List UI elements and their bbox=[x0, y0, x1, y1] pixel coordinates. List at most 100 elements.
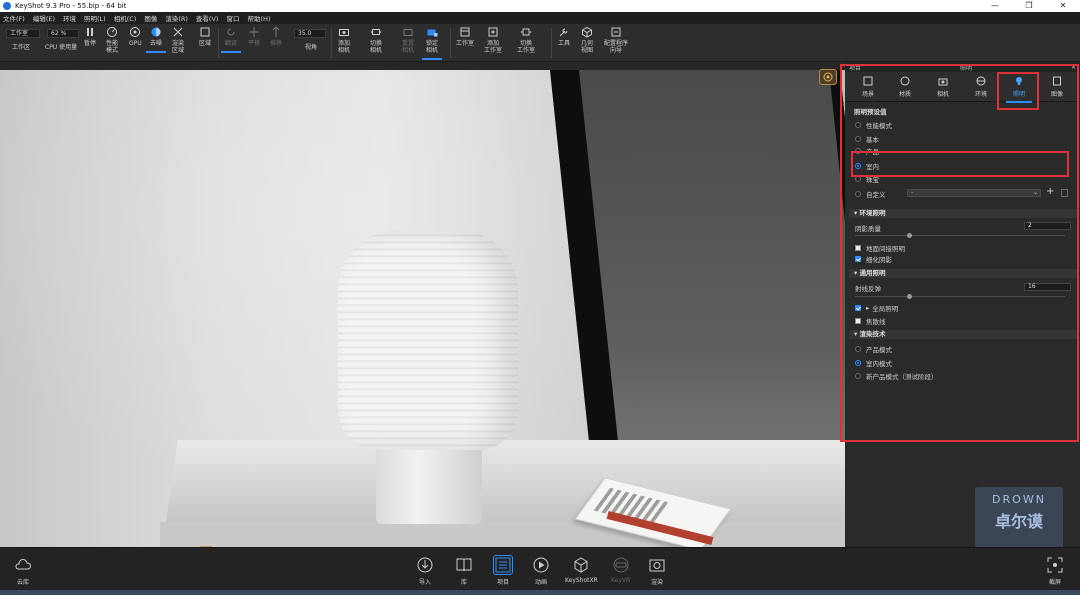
studio-button[interactable]: 工作室 bbox=[456, 26, 474, 47]
pan-button[interactable]: 平移 bbox=[248, 26, 260, 47]
menu-lighting[interactable]: 照明(L) bbox=[84, 13, 106, 23]
performance-mode-button[interactable]: 性能 模式 bbox=[106, 26, 118, 54]
global-illumination-checkbox[interactable] bbox=[855, 305, 861, 311]
radio-basic[interactable] bbox=[855, 136, 861, 142]
ray-bounce-field[interactable]: 16 bbox=[1024, 283, 1071, 291]
tech-new-product-mode[interactable]: 新产品模式（测试阶段） bbox=[855, 371, 938, 381]
slider-knob[interactable] bbox=[907, 233, 912, 238]
general-lighting-section[interactable]: ▾ 通用照明 bbox=[849, 269, 1077, 278]
region-button[interactable]: 区域 bbox=[199, 26, 211, 47]
render-button[interactable]: 渲染 bbox=[648, 556, 666, 586]
radio-custom[interactable] bbox=[855, 191, 861, 197]
tab-scene[interactable]: 场景 bbox=[851, 76, 885, 98]
detail-shadow-option[interactable]: 细化阴影 bbox=[855, 254, 892, 264]
configurator-wizard-button[interactable]: 配置程序 向导 bbox=[604, 26, 628, 54]
rotate-button[interactable]: 翻译 bbox=[220, 26, 242, 53]
ground-gi-checkbox[interactable] bbox=[855, 245, 861, 251]
tab-lighting[interactable]: 照明 bbox=[1002, 76, 1036, 103]
menu-image[interactable]: 图像 bbox=[144, 13, 157, 23]
render-viewport[interactable] bbox=[0, 70, 845, 547]
caustics-checkbox[interactable] bbox=[855, 318, 861, 324]
import-button[interactable]: 导入 bbox=[416, 556, 434, 586]
global-illumination-option[interactable]: ▸ 全局照明 bbox=[855, 303, 898, 313]
denoise-button[interactable]: 去噪 bbox=[145, 26, 167, 53]
render-region-button[interactable]: 渲染 区域 bbox=[172, 26, 184, 54]
add-studio-button[interactable]: 添加 工作室 bbox=[484, 26, 502, 54]
radio-product-mode[interactable] bbox=[855, 346, 861, 352]
picture-frame-inner bbox=[578, 70, 845, 470]
keyshotxr-button[interactable]: KeyShotXR bbox=[565, 556, 598, 584]
tab-environment[interactable]: 环境 bbox=[964, 76, 998, 98]
dolly-button[interactable]: 推移 bbox=[270, 26, 282, 47]
maximize-icon[interactable]: ❐ bbox=[1012, 0, 1046, 12]
switch-studio-button[interactable]: 切换 工作室 bbox=[517, 26, 535, 54]
panel-close-icon[interactable]: ✕ bbox=[1071, 64, 1076, 71]
preset-interior[interactable]: 室内 bbox=[855, 161, 879, 171]
lock-camera-button[interactable]: 锁定 相机 bbox=[421, 26, 443, 60]
cube-icon bbox=[582, 26, 592, 38]
menu-render[interactable]: 渲染(R) bbox=[165, 13, 188, 23]
slider-knob[interactable] bbox=[907, 294, 912, 299]
reset-camera-button[interactable]: 重置 相机 bbox=[402, 26, 414, 54]
tools-button[interactable]: 工具 bbox=[558, 26, 570, 47]
screenshot-button[interactable]: 截屏 bbox=[1046, 556, 1064, 586]
keyshot-logo-icon bbox=[3, 2, 11, 10]
ground-gi-option[interactable]: 地面间接照明 bbox=[855, 243, 905, 253]
radio-product[interactable] bbox=[855, 148, 861, 154]
expand-arrow-icon[interactable]: ▸ bbox=[866, 304, 869, 312]
menu-camera[interactable]: 相机(C) bbox=[114, 13, 137, 23]
radio-interior-mode[interactable] bbox=[855, 360, 861, 366]
ray-bounce-slider[interactable] bbox=[855, 294, 1065, 299]
camera-lock-icon bbox=[427, 29, 438, 37]
env-lighting-section[interactable]: ▾ 环境照明 bbox=[849, 209, 1077, 218]
cpu-usage-field[interactable]: 62 % bbox=[47, 29, 79, 38]
preset-custom[interactable]: 自定义 bbox=[855, 189, 886, 199]
minimize-icon[interactable]: — bbox=[978, 0, 1012, 12]
cloud-library-button[interactable]: 云库 bbox=[14, 556, 32, 586]
preset-performance[interactable]: 性能模式 bbox=[855, 120, 892, 130]
add-preset-icon[interactable]: + bbox=[1046, 187, 1054, 197]
add-camera-button[interactable]: 添加 相机 bbox=[338, 26, 350, 54]
render-tech-section[interactable]: ▾ 渲染技术 bbox=[849, 330, 1077, 339]
preset-basic[interactable]: 基本 bbox=[855, 134, 879, 144]
vr-headset-icon bbox=[613, 557, 629, 573]
library-button[interactable]: 库 bbox=[455, 556, 473, 586]
screenshot-icon bbox=[1047, 557, 1063, 573]
caustics-option[interactable]: 焦散线 bbox=[855, 316, 886, 326]
shadow-quality-slider[interactable] bbox=[855, 233, 1065, 238]
menu-edit[interactable]: 编辑(E) bbox=[33, 13, 55, 23]
fov-field[interactable]: 35.0 bbox=[294, 29, 326, 38]
menu-file[interactable]: 文件(F) bbox=[3, 13, 25, 23]
geometry-view-button[interactable]: 几何 视图 bbox=[581, 26, 593, 54]
viewport-overlay-button[interactable] bbox=[819, 69, 837, 85]
radio-performance[interactable] bbox=[855, 122, 861, 128]
menu-environment[interactable]: 环境 bbox=[63, 13, 76, 23]
menu-window[interactable]: 窗口 bbox=[226, 13, 239, 23]
close-icon[interactable]: ✕ bbox=[1046, 0, 1080, 12]
panel-tabs: 场景 材质 相机 环境 照明 图像 bbox=[845, 72, 1080, 103]
radio-interior[interactable] bbox=[855, 163, 861, 169]
tech-product-mode[interactable]: 产品模式 bbox=[855, 344, 892, 354]
tab-image[interactable]: 图像 bbox=[1040, 76, 1074, 98]
switch-camera-button[interactable]: 切换 相机 bbox=[370, 26, 382, 54]
scene-icon bbox=[863, 76, 873, 86]
preset-product[interactable]: 产品 bbox=[855, 146, 879, 156]
detail-shadow-checkbox[interactable] bbox=[855, 256, 861, 262]
shadow-quality-field[interactable]: 2 bbox=[1024, 222, 1071, 230]
keyvr-button[interactable]: KeyVR bbox=[611, 556, 630, 584]
radio-jewelry[interactable] bbox=[855, 176, 861, 182]
pause-button[interactable]: 暂停 bbox=[84, 26, 96, 47]
delete-preset-icon[interactable] bbox=[1061, 189, 1068, 197]
project-button[interactable]: 项目 bbox=[486, 555, 520, 593]
radio-new-product-mode[interactable] bbox=[855, 373, 861, 379]
gpu-button[interactable]: GPU bbox=[129, 26, 142, 47]
tab-material[interactable]: 材质 bbox=[888, 76, 922, 98]
menu-view[interactable]: 查看(V) bbox=[196, 13, 219, 23]
animation-button[interactable]: 动画 bbox=[532, 556, 550, 586]
tech-interior-mode[interactable]: 室内模式 bbox=[855, 358, 892, 368]
preset-jewelry[interactable]: 珠宝 bbox=[855, 174, 879, 184]
workspace-select[interactable]: 工作室 bbox=[6, 29, 40, 38]
menu-help[interactable]: 帮助(H) bbox=[247, 13, 270, 23]
custom-preset-dropdown[interactable]: - ⌄ bbox=[907, 189, 1041, 197]
tab-camera[interactable]: 相机 bbox=[926, 76, 960, 98]
